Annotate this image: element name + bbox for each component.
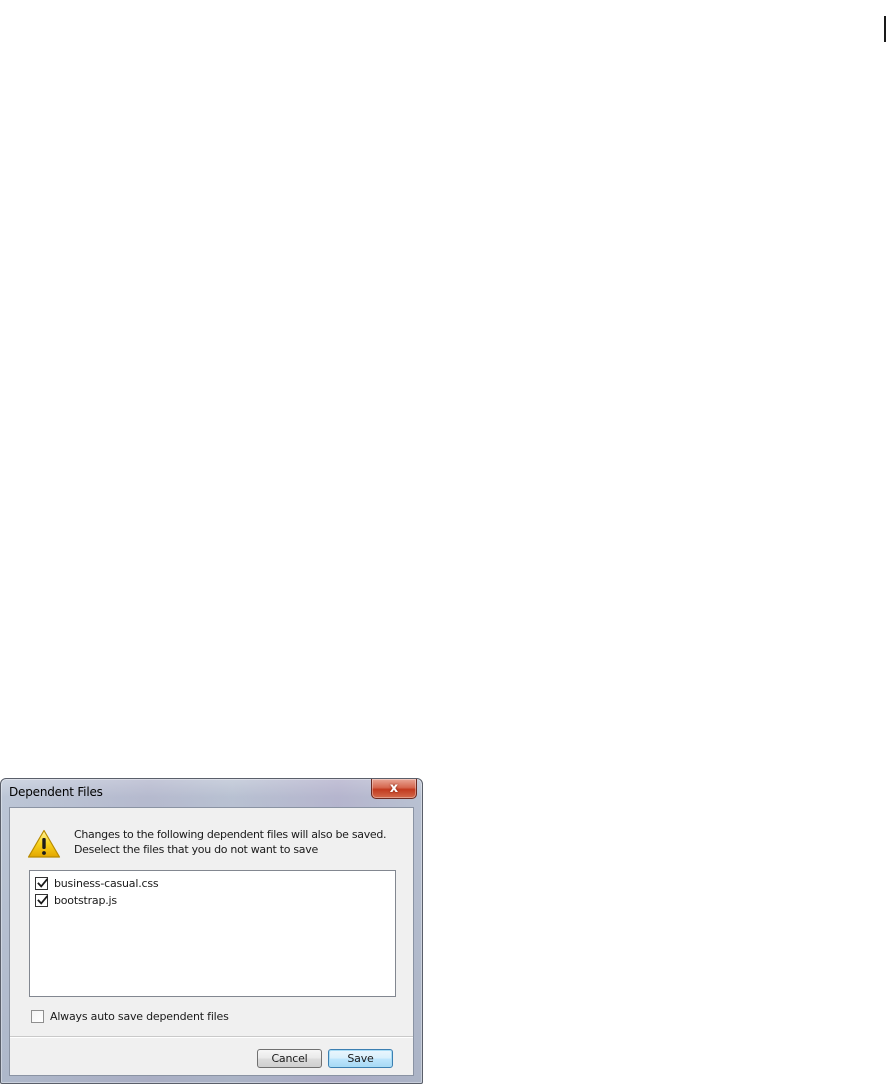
dialog-title: Dependent Files — [9, 785, 103, 799]
dialog-content: Changes to the following dependent files… — [9, 807, 414, 1076]
warning-icon — [27, 829, 61, 858]
file-checkbox[interactable] — [35, 893, 49, 907]
dependent-file-list[interactable]: business-casual.css bootstrap.js — [29, 870, 396, 997]
close-button[interactable]: x — [371, 779, 417, 799]
auto-save-checkbox-row[interactable]: Always auto save dependent files — [31, 1008, 229, 1024]
checkmark-icon — [37, 877, 49, 888]
save-button[interactable]: Save — [328, 1049, 393, 1068]
dialog-message: Changes to the following dependent files… — [74, 827, 404, 857]
file-name: business-casual.css — [54, 876, 159, 890]
dependent-files-dialog: Dependent Files x Changes to the followi… — [0, 778, 423, 1084]
edge-mark — [884, 16, 886, 42]
cancel-button[interactable]: Cancel — [257, 1049, 322, 1068]
file-name: bootstrap.js — [54, 893, 117, 907]
file-item-business-casual-css[interactable]: business-casual.css — [35, 875, 159, 891]
desktop-background: Dependent Files x Changes to the followi… — [0, 0, 893, 1086]
auto-save-label: Always auto save dependent files — [50, 1009, 229, 1023]
dialog-titlebar[interactable]: Dependent Files x — [1, 779, 422, 805]
file-checkbox[interactable] — [35, 876, 49, 890]
button-separator — [10, 1036, 413, 1038]
message-line: Deselect the files that you do not want … — [74, 843, 318, 856]
message-line: Changes to the following dependent files… — [74, 828, 387, 841]
close-icon: x — [389, 781, 399, 796]
checkmark-icon — [37, 894, 49, 905]
file-item-bootstrap-js[interactable]: bootstrap.js — [35, 892, 117, 908]
auto-save-checkbox[interactable] — [31, 1009, 44, 1023]
